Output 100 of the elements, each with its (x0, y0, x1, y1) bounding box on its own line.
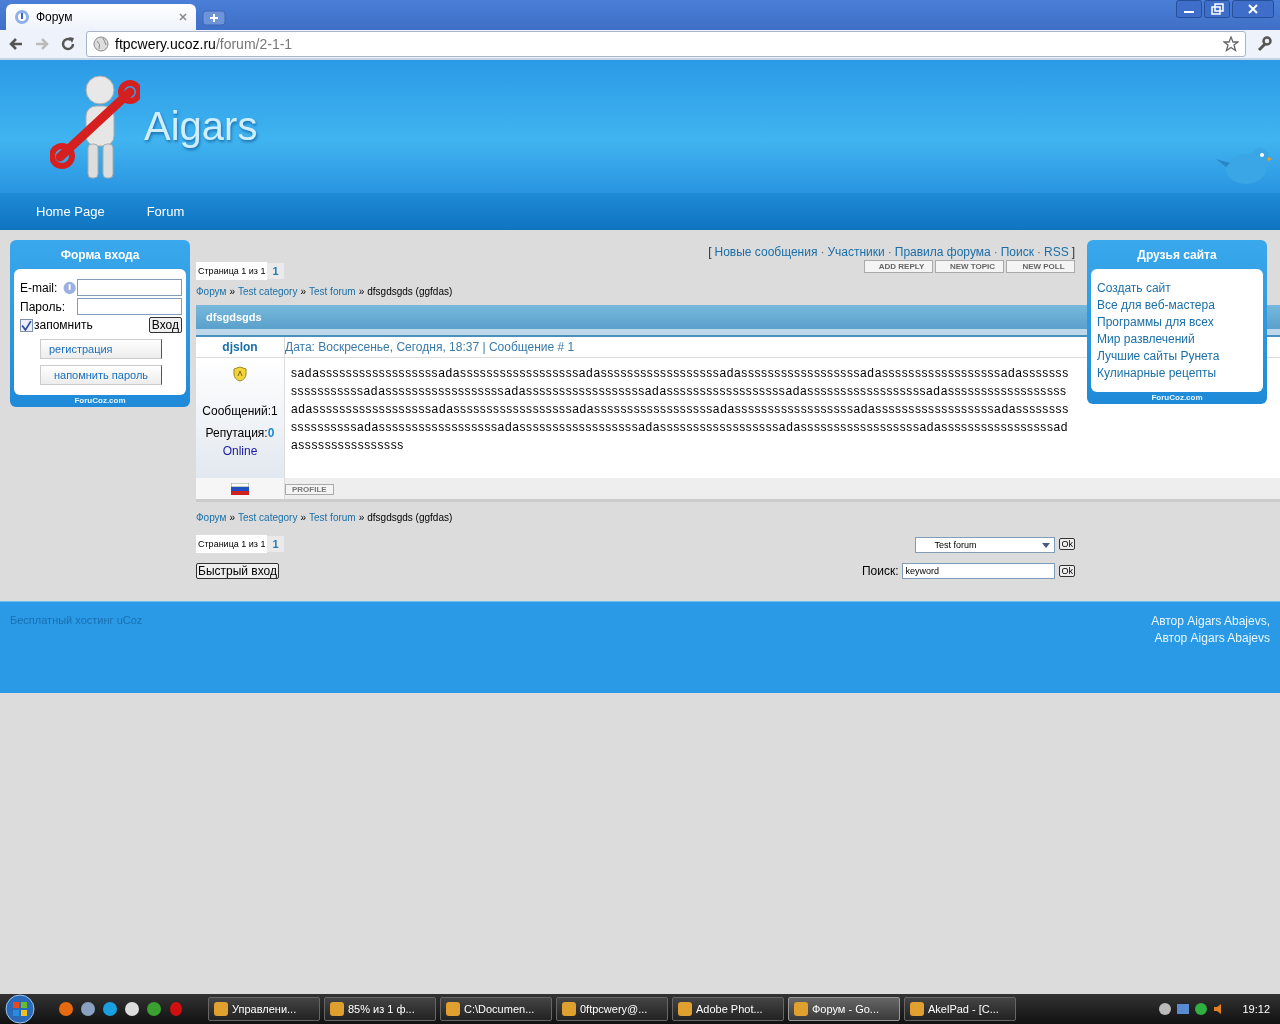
close-icon[interactable] (178, 12, 188, 22)
action-button[interactable]: NEW POLL (1006, 260, 1075, 273)
url-text: ftpcwery.ucoz.ru/forum/2-1-1 (115, 36, 294, 52)
breadcrumb-link[interactable]: Test forum (309, 512, 356, 523)
app-icon (330, 1002, 344, 1016)
tab-title: Форум (36, 10, 74, 24)
password-input[interactable] (77, 298, 182, 315)
top-menu-link[interactable]: Поиск (1000, 245, 1034, 259)
friend-link[interactable]: Мир развлечений (1097, 332, 1257, 346)
post-text: sadassssssssssssssssssadassssssssssssssssssadassssssssssssssssssadassssssssssssssssssadassssssssssssssssssadassssssssssssssssssadassssssssssssssssssadassssssssssssssssssadassssssssssssssssssadassssssssssssssssssadassssssssssssssssssadassssssssssssssssssadassssssssssssssssssadassssssssssssssssssadassssssssssssssssssadassssssssssssssssssadassssssssssssssssssadassssssssssssssssssadassssssssssssssssssadassssssssssssssssssadassssssssssssssssssadasssssssssssssssssadassssssssssssssss (291, 365, 1070, 454)
taskbar-button[interactable]: 0ftpcwery@... (556, 997, 668, 1021)
breadcrumb-link[interactable]: Test forum (309, 286, 356, 297)
shield-icon (233, 366, 247, 382)
post-meta: Дата: Воскресенье, Сегодня, 18:37 | Сообщение # 1 (285, 340, 575, 354)
friend-link[interactable]: Все для веб-мастера (1097, 298, 1257, 312)
site-icon (14, 9, 30, 25)
breadcrumb-separator: » (358, 286, 365, 297)
message-count: Сообщений:1 (202, 404, 278, 418)
author-credit: Автор Aigars Abajevs (1154, 631, 1270, 645)
app-icon (678, 1002, 692, 1016)
wrench-icon[interactable] (1256, 36, 1272, 52)
search-input[interactable]: keyword (902, 563, 1056, 579)
browser-tab[interactable]: Форум (6, 4, 196, 30)
tray-icon[interactable] (1194, 1002, 1209, 1016)
ok-button[interactable]: Ok (1059, 538, 1075, 550)
tray-icon[interactable] (1158, 1002, 1173, 1016)
login-button[interactable]: Вход (148, 317, 182, 333)
taskbar-button[interactable]: Форум - Go... (788, 997, 900, 1021)
app-icon[interactable] (124, 1001, 140, 1017)
app-icon (446, 1002, 460, 1016)
breadcrumb-link[interactable]: Форум (196, 286, 227, 297)
address-bar[interactable]: ftpcwery.ucoz.ru/forum/2-1-1 (86, 31, 1246, 57)
app-icon[interactable] (80, 1001, 96, 1017)
action-button[interactable]: ADD REPLY (864, 260, 933, 273)
reputation-value[interactable]: 0 (267, 426, 275, 440)
friend-link[interactable]: Кулинарные рецепты (1097, 366, 1257, 380)
minimize-icon[interactable] (1176, 0, 1202, 18)
taskbar-button[interactable]: Управлени... (208, 997, 320, 1021)
panel-footer: ForuCoz.com (14, 395, 186, 407)
app-icon[interactable] (58, 1001, 74, 1017)
top-menu-link[interactable]: Правила форума (894, 245, 991, 259)
breadcrumb-link[interactable]: Test category (237, 512, 298, 523)
register-button[interactable]: регистрация (40, 339, 162, 359)
friend-link[interactable]: Создать сайт (1097, 281, 1257, 295)
app-icon[interactable] (146, 1001, 162, 1017)
nav-link[interactable]: Home Page (36, 204, 105, 219)
bracket: [ (708, 245, 712, 259)
close-icon[interactable] (1232, 0, 1274, 18)
breadcrumb-separator: » (300, 286, 306, 297)
email-input[interactable] (77, 279, 182, 296)
reload-icon[interactable] (60, 36, 76, 52)
taskbar-button[interactable]: AkelPad - [C... (904, 997, 1016, 1021)
friend-link[interactable]: Лучшие сайты Рунета (1097, 349, 1257, 363)
search-label: Поиск: (861, 564, 899, 578)
breadcrumb-separator: » (229, 286, 235, 297)
action-button[interactable]: NEW TOPIC (935, 260, 1004, 273)
link-separator: · (1036, 245, 1041, 259)
ok-button[interactable]: Ok (1059, 565, 1075, 577)
panel-title: Форма входа (59, 247, 141, 264)
back-icon[interactable] (8, 36, 24, 52)
field-label: Пароль: (20, 299, 64, 314)
flag-icon (231, 482, 249, 495)
page-link[interactable]: 1 (267, 263, 284, 279)
breadcrumb-separator: » (300, 512, 306, 523)
topic-title: dfsgdsgds (206, 311, 262, 323)
globe-icon (93, 36, 109, 52)
forum-select[interactable]: Test forum (915, 537, 1056, 553)
caret-icon (1042, 542, 1051, 548)
remind-password-button[interactable]: напомнить пароль (40, 365, 162, 385)
tray-icon[interactable] (1176, 1002, 1191, 1016)
top-menu-link[interactable]: RSS (1043, 245, 1069, 259)
breadcrumb-link[interactable]: Test category (237, 286, 298, 297)
site-title: Aigars (144, 104, 258, 149)
nav-link[interactable]: Forum (146, 204, 185, 219)
taskbar-button[interactable]: 85% из 1 ф... (324, 997, 436, 1021)
restore-icon[interactable] (1204, 0, 1230, 18)
app-icon[interactable] (102, 1001, 118, 1017)
link-separator: · (887, 245, 892, 259)
author-link[interactable]: djslon (222, 340, 258, 354)
quick-login-button[interactable]: Быстрый вход (196, 563, 279, 579)
app-icon (562, 1002, 576, 1016)
friend-link[interactable]: Программы для всех (1097, 315, 1257, 329)
app-icon (794, 1002, 808, 1016)
link-separator: · (820, 245, 825, 259)
taskbar-button[interactable]: C:\Documen... (440, 997, 552, 1021)
page-link[interactable]: 1 (267, 536, 284, 552)
top-menu-link[interactable]: Участники (827, 245, 885, 259)
taskbar-button[interactable]: Adobe Phot... (672, 997, 784, 1021)
author-credit: Автор Aigars Abajevs, (1151, 614, 1270, 628)
app-icon (910, 1002, 924, 1016)
page-label: Страница 1 из 1 (196, 262, 268, 280)
remember-checkbox[interactable] (20, 318, 33, 332)
clock: 19:12 (1242, 1003, 1270, 1015)
new-tab-icon[interactable] (202, 10, 226, 26)
breadcrumb-link[interactable]: Форум (196, 512, 227, 523)
checkbox-label: запомнить (34, 318, 93, 332)
app-icon (214, 1002, 228, 1016)
top-menu-link[interactable]: Новые сообщения (714, 245, 818, 259)
star-icon[interactable] (1223, 36, 1239, 52)
profile-button[interactable]: PROFILE (285, 483, 334, 495)
